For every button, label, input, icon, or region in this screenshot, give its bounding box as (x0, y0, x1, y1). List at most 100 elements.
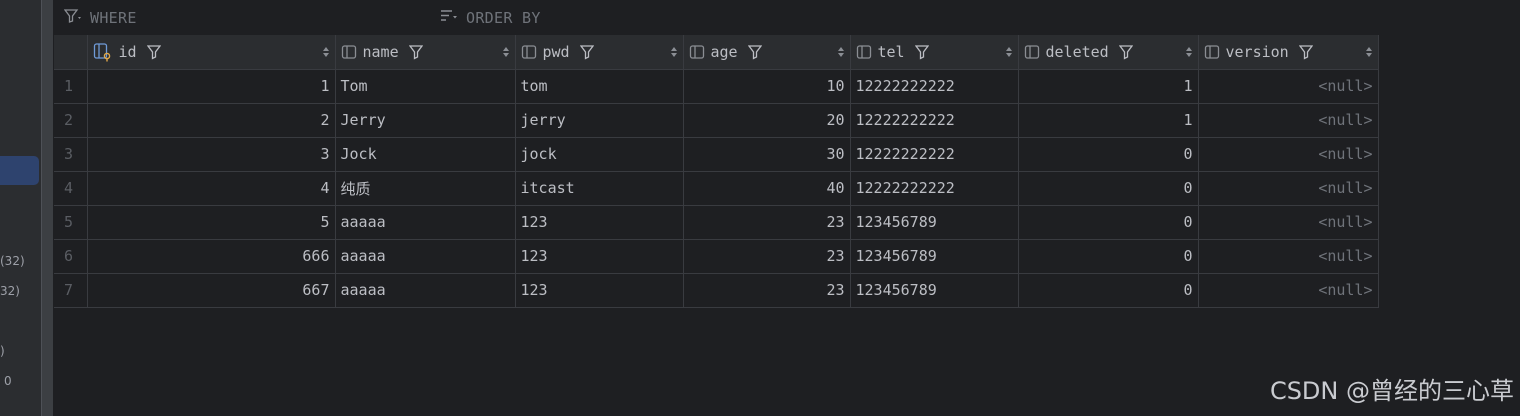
column-label: tel (877, 42, 905, 61)
cell-deleted[interactable]: 0 (1018, 171, 1199, 206)
corner-cell[interactable] (54, 35, 88, 70)
cell-pwd[interactable]: 123 (515, 205, 684, 240)
side-panel: (32) 32) ) 0 (0, 0, 41, 416)
cell-pwd[interactable]: 123 (515, 273, 684, 308)
filter-icon[interactable] (408, 44, 423, 60)
cell-tel[interactable]: 12222222222 (850, 171, 1019, 206)
cell-name[interactable]: aaaaa (335, 239, 516, 274)
column-header-version[interactable]: version (1198, 35, 1379, 70)
table-row[interactable]: 1 1 Tom tom 10 12222222222 1 <null> (54, 69, 1379, 104)
cell-deleted[interactable]: 1 (1018, 69, 1199, 104)
cell-pwd[interactable]: jerry (515, 103, 684, 138)
row-number[interactable]: 2 (54, 103, 88, 138)
sort-icon[interactable] (1005, 46, 1013, 58)
cell-age[interactable]: 30 (683, 137, 851, 172)
cell-age[interactable]: 20 (683, 103, 851, 138)
sort-icon[interactable] (1185, 46, 1193, 58)
cell-pwd[interactable]: jock (515, 137, 684, 172)
cell-pwd[interactable]: tom (515, 69, 684, 104)
cell-tel[interactable]: 12222222222 (850, 69, 1019, 104)
cell-tel[interactable]: 123456789 (850, 273, 1019, 308)
column-header-name[interactable]: name (335, 35, 516, 70)
filter-dropdown-icon (63, 8, 90, 28)
sort-icon[interactable] (837, 46, 845, 58)
cell-version[interactable]: <null> (1198, 103, 1379, 138)
row-number[interactable]: 3 (54, 137, 88, 172)
table-row[interactable]: 6 666 aaaaa 123 23 123456789 0 <null> (54, 239, 1379, 274)
cell-deleted[interactable]: 0 (1018, 205, 1199, 240)
cell-deleted[interactable]: 0 (1018, 273, 1199, 308)
cell-tel[interactable]: 12222222222 (850, 103, 1019, 138)
cell-tel[interactable]: 12222222222 (850, 137, 1019, 172)
column-icon (1024, 44, 1040, 60)
column-label: version (1225, 42, 1289, 61)
cell-tel[interactable]: 123456789 (850, 239, 1019, 274)
cell-id[interactable]: 666 (87, 239, 336, 274)
row-number[interactable]: 1 (54, 69, 88, 104)
row-number[interactable]: 7 (54, 273, 88, 308)
cell-deleted[interactable]: 1 (1018, 103, 1199, 138)
filter-bar: WHERE ORDER BY (54, 0, 1520, 35)
cell-pwd[interactable]: 123 (515, 239, 684, 274)
orderby-filter[interactable]: ORDER BY (440, 8, 541, 28)
cell-id[interactable]: 2 (87, 103, 336, 138)
sort-icon[interactable] (670, 46, 678, 58)
cell-age[interactable]: 23 (683, 273, 851, 308)
side-selected-item[interactable] (0, 156, 39, 185)
cell-age[interactable]: 10 (683, 69, 851, 104)
cell-version[interactable]: <null> (1198, 239, 1379, 274)
cell-deleted[interactable]: 0 (1018, 239, 1199, 274)
column-header-id[interactable]: id (87, 35, 336, 70)
cell-age[interactable]: 40 (683, 171, 851, 206)
table-row[interactable]: 2 2 Jerry jerry 20 12222222222 1 <null> (54, 103, 1379, 138)
cell-deleted[interactable]: 0 (1018, 137, 1199, 172)
panel-splitter[interactable] (41, 0, 53, 416)
column-label: pwd (542, 42, 570, 61)
watermark: CSDN @曾经的三心草 (1269, 377, 1514, 405)
table-row[interactable]: 4 4 纯质 itcast 40 12222222222 0 <null> (54, 171, 1379, 206)
row-number[interactable]: 6 (54, 239, 88, 274)
cell-pwd[interactable]: itcast (515, 171, 684, 206)
cell-age[interactable]: 23 (683, 205, 851, 240)
where-filter[interactable]: WHERE (63, 8, 137, 28)
filter-icon[interactable] (914, 44, 929, 60)
filter-icon[interactable] (146, 44, 161, 60)
key-column-icon (93, 42, 113, 62)
column-header-tel[interactable]: tel (850, 35, 1019, 70)
table-row[interactable]: 7 667 aaaaa 123 23 123456789 0 <null> (54, 273, 1379, 308)
cell-id[interactable]: 3 (87, 137, 336, 172)
column-header-age[interactable]: age (683, 35, 851, 70)
sort-icon[interactable] (1365, 46, 1373, 58)
cell-name[interactable]: Tom (335, 69, 516, 104)
filter-icon[interactable] (579, 44, 594, 60)
cell-version[interactable]: <null> (1198, 171, 1379, 206)
cell-id[interactable]: 1 (87, 69, 336, 104)
column-header-pwd[interactable]: pwd (515, 35, 684, 70)
cell-version[interactable]: <null> (1198, 69, 1379, 104)
cell-tel[interactable]: 123456789 (850, 205, 1019, 240)
cell-name[interactable]: Jock (335, 137, 516, 172)
cell-id[interactable]: 667 (87, 273, 336, 308)
cell-name[interactable]: aaaaa (335, 273, 516, 308)
cell-name[interactable]: 纯质 (335, 171, 516, 206)
cell-version[interactable]: <null> (1198, 205, 1379, 240)
column-header-deleted[interactable]: deleted (1018, 35, 1199, 70)
cell-version[interactable]: <null> (1198, 137, 1379, 172)
filter-icon[interactable] (1118, 44, 1133, 60)
orderby-label: ORDER BY (466, 9, 541, 27)
cell-name[interactable]: aaaaa (335, 205, 516, 240)
cell-version[interactable]: <null> (1198, 273, 1379, 308)
filter-icon[interactable] (1298, 44, 1313, 60)
sort-icon[interactable] (502, 46, 510, 58)
column-label: name (362, 42, 399, 61)
cell-id[interactable]: 4 (87, 171, 336, 206)
row-number[interactable]: 5 (54, 205, 88, 240)
row-number[interactable]: 4 (54, 171, 88, 206)
sort-icon[interactable] (322, 46, 330, 58)
cell-name[interactable]: Jerry (335, 103, 516, 138)
table-row[interactable]: 5 5 aaaaa 123 23 123456789 0 <null> (54, 205, 1379, 240)
cell-age[interactable]: 23 (683, 239, 851, 274)
cell-id[interactable]: 5 (87, 205, 336, 240)
table-row[interactable]: 3 3 Jock jock 30 12222222222 0 <null> (54, 137, 1379, 172)
filter-icon[interactable] (747, 44, 762, 60)
